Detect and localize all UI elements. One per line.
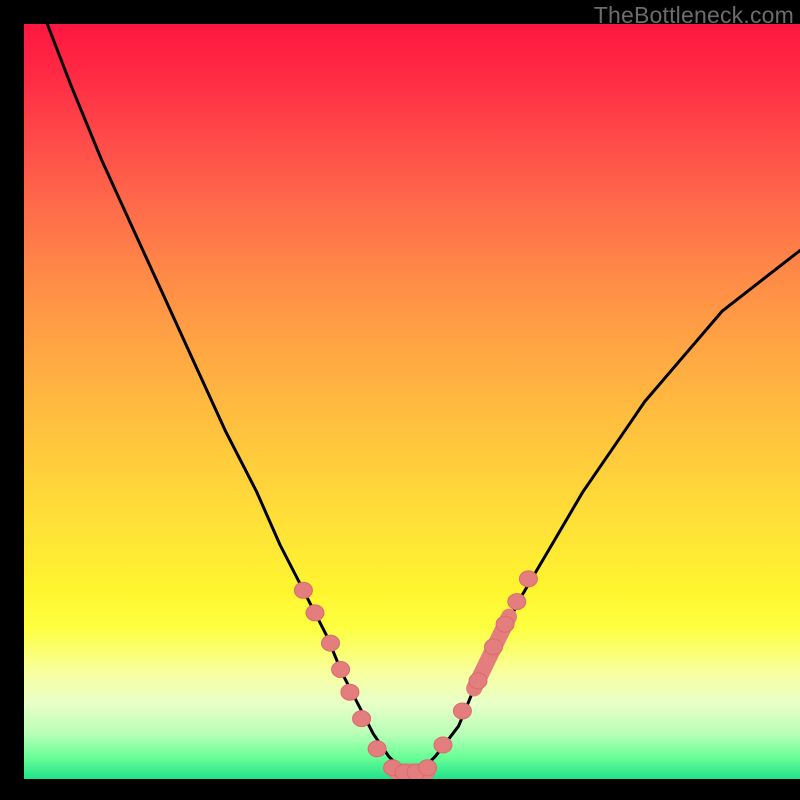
data-marker: [496, 616, 514, 632]
bottleneck-curve-svg: [24, 24, 800, 779]
data-marker: [332, 662, 350, 678]
data-marker: [368, 741, 386, 757]
left-border: [0, 0, 24, 800]
data-marker: [419, 760, 437, 776]
data-marker: [341, 684, 359, 700]
data-marker: [322, 635, 340, 651]
bottom-border: [0, 779, 800, 800]
bottleneck-curve-path: [47, 24, 800, 772]
chart-frame: TheBottleneck.com: [24, 0, 800, 779]
data-marker: [485, 639, 503, 655]
data-marker: [294, 582, 312, 598]
data-marker: [434, 737, 452, 753]
data-marker: [469, 673, 487, 689]
data-marker: [519, 571, 537, 587]
data-marker: [306, 605, 324, 621]
data-marker: [508, 594, 526, 610]
data-marker: [453, 703, 471, 719]
data-marker: [353, 711, 371, 727]
